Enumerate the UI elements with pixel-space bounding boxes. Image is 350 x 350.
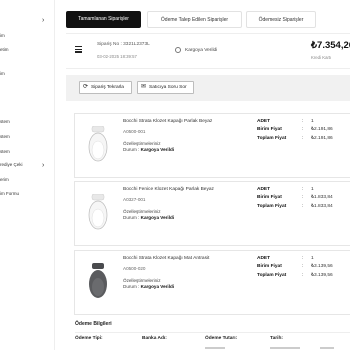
sidebar-item-10[interactable]: im Formu — [0, 191, 55, 201]
toilet-seat-image — [88, 126, 108, 162]
chevron-right-icon: › — [42, 162, 45, 169]
payment-info-title: Ödeme Bilgileri — [75, 321, 112, 327]
sidebar-item-label: stem — [0, 119, 10, 124]
product-code: A0500-001 — [123, 129, 146, 134]
menu-icon[interactable] — [75, 46, 82, 54]
item-status: Durum : Kargoya Verildi — [123, 215, 175, 220]
sidebar-item-label: etim — [0, 47, 9, 52]
tab-completed-orders[interactable]: Tamamlanan Siparişler — [66, 11, 141, 28]
chat-icon: ✉ — [141, 84, 147, 90]
sidebar: › im etim im stem stem stem rediye Çeki ›… — [0, 0, 55, 350]
date-header: Tarih: — [270, 336, 283, 341]
sidebar-item-5[interactable]: stem — [0, 119, 55, 129]
sidebar-item-label: im — [0, 71, 5, 76]
customizations-label: Özelleştirmeleriniz — [123, 209, 161, 214]
order-action-bar: ⟳ Sipariş Tekrarla ✉ Satıcıya Soru Sor — [66, 75, 350, 101]
sidebar-item-3[interactable]: im — [0, 71, 55, 81]
product-name[interactable]: Bocchi Fenice Klozet Kapağı Parlak Beyaz — [123, 187, 214, 192]
reorder-label: Sipariş Tekrarla — [91, 85, 124, 90]
sidebar-item-label: rediye Çeki — [0, 162, 23, 167]
sidebar-item-9[interactable]: erim — [0, 177, 55, 187]
tab-payment-requested-orders[interactable]: Ödeme Talep Edilen Siparişler — [147, 11, 242, 28]
payment-type-header: Ödeme Tipi: — [75, 336, 103, 341]
chevron-right-icon: › — [42, 17, 45, 24]
order-header: Sipariş No : 3321L2373L 03-02-2025 18:39… — [66, 33, 350, 69]
payment-amount-header: Ödeme Tutarı: — [205, 336, 238, 341]
order-date: 03-02-2025 18:39:57 — [97, 54, 137, 59]
sidebar-item-label: stem — [0, 149, 10, 154]
order-total: ₺7.354,26 — [311, 40, 350, 51]
sidebar-item-label: stem — [0, 134, 10, 139]
payment-method: Kredi Kartı — [311, 55, 332, 60]
tab-unpaid-orders[interactable]: Ödemesiz Siparişler — [246, 11, 316, 28]
order-number: Sipariş No : 3321L2373L — [97, 42, 150, 47]
sidebar-item-0[interactable]: › — [0, 17, 55, 27]
sidebar-item-8[interactable]: rediye Çeki › — [0, 162, 55, 172]
toilet-seat-image — [88, 194, 108, 230]
ask-seller-button[interactable]: ✉ Satıcıya Soru Sor — [137, 81, 194, 94]
refresh-icon: ⟳ — [83, 84, 89, 90]
item-status: Durum : Kargoya Verildi — [123, 147, 175, 152]
product-code: A0327-001 — [123, 197, 146, 202]
payment-row-placeholder — [270, 347, 300, 349]
sidebar-item-label: im — [0, 33, 5, 38]
order-item-card: Bocchi Strata Klozet Kapağı Parlak Beyaz… — [74, 113, 350, 178]
sidebar-item-4[interactable] — [0, 95, 55, 105]
payment-row-placeholder — [205, 347, 225, 349]
item-status: Durum : Kargoya Verildi — [123, 284, 175, 289]
bank-name-header: Banka Adı: — [142, 336, 167, 341]
product-code: A0500-020 — [123, 266, 146, 271]
customizations-label: Özelleştirmeleriniz — [123, 141, 161, 146]
truck-status-icon — [175, 47, 181, 53]
divider — [75, 332, 350, 333]
reorder-button[interactable]: ⟳ Sipariş Tekrarla — [79, 81, 132, 94]
sidebar-item-7[interactable]: stem — [0, 149, 55, 159]
order-item-card: Bocchi Fenice Klozet Kapağı Parlak Beyaz… — [74, 181, 350, 246]
sidebar-item-6[interactable]: stem — [0, 134, 55, 144]
toilet-seat-image — [89, 263, 107, 298]
order-item-card: Bocchi Strata Klozet Kapağı Mat Antrasit… — [74, 250, 350, 315]
payment-row-placeholder — [320, 347, 334, 349]
sidebar-item-2[interactable]: etim — [0, 47, 55, 57]
customizations-label: Özelleştirmeleriniz — [123, 278, 161, 283]
product-name[interactable]: Bocchi Strata Klozet Kapağı Mat Antrasit — [123, 256, 209, 261]
product-name[interactable]: Bocchi Strata Klozet Kapağı Parlak Beyaz — [123, 119, 212, 124]
sidebar-item-1[interactable]: im — [0, 33, 55, 43]
sidebar-item-label: im Formu — [0, 191, 19, 196]
order-status: Kargoya Verildi — [185, 48, 218, 53]
sidebar-item-label: erim — [0, 177, 9, 182]
ask-seller-label: Satıcıya Soru Sor — [149, 85, 187, 90]
